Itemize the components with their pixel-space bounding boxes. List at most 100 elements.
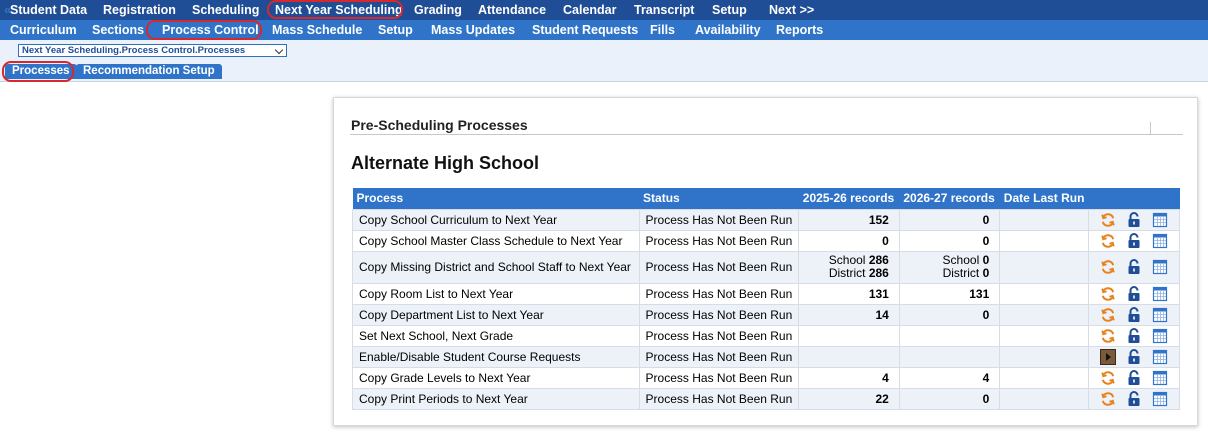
record-value: 152 [868, 212, 889, 227]
process-name: Copy Grade Levels to Next Year [352, 366, 640, 389]
process-status: Process Has Not Been Run [638, 282, 800, 305]
section-underline [350, 134, 1183, 135]
records-next-year: 4 [898, 366, 1001, 389]
chevron-down-icon [274, 45, 284, 55]
processes-table: Process Status 2025-26 records 2026-27 r… [352, 188, 1181, 410]
record-value: 131 [868, 286, 889, 301]
nav-transcript[interactable]: Transcript [634, 0, 694, 20]
process-status: Process Has Not Been Run [638, 345, 800, 368]
row-actions [1087, 229, 1181, 252]
process-name: Copy Room List to Next Year [352, 282, 640, 305]
process-status: Process Has Not Been Run [638, 208, 800, 231]
subnav-mass-schedule[interactable]: Mass Schedule [272, 20, 362, 40]
lock-icon[interactable] [1126, 211, 1142, 228]
record-value: 286 [868, 266, 889, 280]
nav-calendar[interactable]: Calendar [563, 0, 617, 20]
nav-attendance[interactable]: Attendance [478, 0, 546, 20]
lock-icon[interactable] [1126, 306, 1142, 323]
refresh-icon[interactable] [1100, 286, 1116, 302]
process-status: Process Has Not Been Run [638, 324, 800, 347]
nav-student-data[interactable]: Student Data [10, 0, 87, 20]
process-status: Process Has Not Been Run [638, 303, 800, 326]
records-current-year: 4 [798, 366, 900, 389]
calendar-icon[interactable] [1152, 286, 1168, 302]
process-status: Process Has Not Been Run [638, 229, 800, 252]
process-name: Copy School Curriculum to Next Year [352, 208, 640, 231]
row-actions [1087, 303, 1181, 326]
section-title: Pre-Scheduling Processes [351, 117, 528, 133]
col-header-status: Status [639, 188, 799, 209]
table-row: Copy Department List to Next Year Process… [352, 303, 1181, 326]
process-status: Process Has Not Been Run [638, 366, 800, 389]
lock-icon[interactable] [1126, 285, 1142, 302]
refresh-icon[interactable] [1100, 259, 1116, 275]
row-actions [1087, 324, 1181, 347]
refresh-icon[interactable] [1100, 233, 1116, 249]
lock-icon[interactable] [1126, 232, 1142, 249]
play-icon[interactable] [1099, 348, 1116, 365]
record-label: District [828, 266, 866, 280]
subnav-sections[interactable]: Sections [92, 20, 144, 40]
calendar-icon[interactable] [1152, 212, 1168, 228]
records-next-year: School 0 District 0 [898, 250, 1001, 284]
table-row: Copy School Curriculum to Next Year Proce… [352, 208, 1181, 231]
page-select-dropdown[interactable]: Next Year Scheduling.Process Control.Pro… [18, 44, 287, 57]
refresh-icon[interactable] [1100, 391, 1116, 407]
calendar-icon[interactable] [1152, 391, 1168, 407]
calendar-icon[interactable] [1152, 259, 1168, 275]
date-last-run [999, 208, 1089, 231]
subnav-availability[interactable]: Availability [695, 20, 761, 40]
records-next-year [898, 324, 1001, 347]
refresh-icon[interactable] [1100, 212, 1116, 228]
record-value: 4 [882, 370, 889, 385]
lock-icon[interactable] [1126, 369, 1142, 386]
table-row: Copy Grade Levels to Next Year Process Ha… [352, 366, 1181, 389]
nav-scheduling[interactable]: Scheduling [192, 0, 259, 20]
record-value: 131 [969, 286, 990, 301]
col-header-actions [1088, 188, 1180, 209]
calendar-icon[interactable] [1152, 370, 1168, 386]
records-current-year: 22 [798, 387, 900, 410]
record-value: 0 [982, 233, 990, 248]
records-current-year [798, 324, 900, 347]
lock-icon[interactable] [1126, 348, 1142, 365]
refresh-icon[interactable] [1100, 370, 1116, 386]
subnav-reports[interactable]: Reports [776, 20, 823, 40]
table-row: Enable/Disable Student Course Requests Pr… [352, 345, 1181, 368]
nav-registration[interactable]: Registration [103, 0, 176, 20]
back-double-chevron-icon[interactable]: « [4, 3, 11, 16]
calendar-icon[interactable] [1152, 328, 1168, 344]
subnav-setup[interactable]: Setup [378, 20, 413, 40]
calendar-icon[interactable] [1152, 349, 1168, 365]
calendar-icon[interactable] [1152, 233, 1168, 249]
refresh-icon[interactable] [1100, 307, 1116, 323]
records-next-year: 131 [898, 282, 1001, 305]
highlight-process-control [146, 20, 262, 40]
process-name: Copy School Master Class Schedule to Nex… [352, 229, 640, 252]
record-value: 14 [875, 307, 889, 322]
records-next-year: 0 [898, 387, 1001, 410]
subnav-student-requests[interactable]: Student Requests [532, 20, 638, 40]
subnav-fills[interactable]: Fills [650, 20, 675, 40]
refresh-icon[interactable] [1100, 328, 1116, 344]
nav-next[interactable]: Next >> [769, 0, 814, 20]
nav-grading[interactable]: Grading [414, 0, 462, 20]
table-row: Set Next School, Next Grade Process Has N… [352, 324, 1181, 347]
lock-icon[interactable] [1126, 390, 1142, 407]
subnav-mass-updates[interactable]: Mass Updates [431, 20, 515, 40]
section-divider [1150, 122, 1151, 134]
record-value: 286 [868, 253, 889, 267]
nav-setup[interactable]: Setup [712, 0, 747, 20]
record-value: 0 [982, 307, 990, 322]
calendar-icon[interactable] [1152, 307, 1168, 323]
lock-icon[interactable] [1126, 259, 1142, 275]
tab-recommendation-setup[interactable]: Recommendation Setup [76, 64, 222, 79]
subnav-curriculum[interactable]: Curriculum [10, 20, 77, 40]
main-panel: Pre-Scheduling Processes Alternate High … [333, 97, 1198, 426]
highlight-processes-tab [2, 61, 74, 82]
table-row: Copy School Master Class Schedule to Nex… [352, 229, 1181, 252]
record-value: 22 [875, 391, 889, 406]
lock-icon[interactable] [1126, 327, 1142, 344]
page-select-value: Next Year Scheduling.Process Control.Pro… [22, 45, 246, 56]
records-next-year [898, 345, 1001, 368]
